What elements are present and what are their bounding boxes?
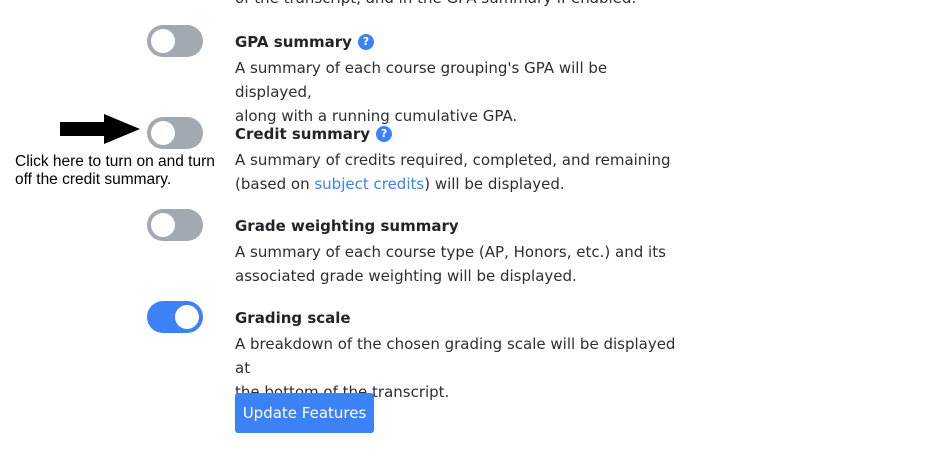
feature-title: Credit summary ? bbox=[235, 124, 685, 144]
description-prefix: (based on bbox=[235, 175, 315, 193]
description-line: associated grade weighting will be displ… bbox=[235, 267, 577, 285]
previous-feature-description: of the transcript, and in the GPA summar… bbox=[235, 0, 636, 10]
feature-grading-scale: Grading scale A breakdown of the chosen … bbox=[235, 308, 685, 404]
toggle-knob bbox=[175, 305, 199, 329]
feature-title: Grade weighting summary bbox=[235, 216, 685, 236]
description-line: A summary of each course type (AP, Honor… bbox=[235, 243, 666, 261]
credit-summary-title: Credit summary bbox=[235, 125, 371, 143]
annotation-callout: Click here to turn on and turn off the c… bbox=[15, 153, 235, 189]
annotation-line: off the credit summary. bbox=[15, 171, 172, 188]
description-line: A summary of each course grouping's GPA … bbox=[235, 59, 608, 101]
subject-credits-link[interactable]: subject credits bbox=[314, 175, 424, 193]
gpa-summary-title: GPA summary bbox=[235, 33, 352, 51]
annotation-line: Click here to turn on and turn bbox=[15, 153, 215, 170]
description-suffix: ) will be displayed. bbox=[424, 175, 565, 193]
gpa-summary-toggle[interactable] bbox=[147, 25, 203, 57]
description-line: A summary of credits required, completed… bbox=[235, 151, 671, 169]
feature-title: Grading scale bbox=[235, 308, 685, 328]
help-icon[interactable]: ? bbox=[357, 34, 374, 50]
update-features-button[interactable]: Update Features bbox=[235, 393, 374, 433]
description-line: (based on subject credits) will be displ… bbox=[235, 172, 685, 196]
feature-grade-weighting-summary: Grade weighting summary A summary of eac… bbox=[235, 216, 685, 288]
description-line: A breakdown of the chosen grading scale … bbox=[235, 335, 676, 377]
feature-title: GPA summary ? bbox=[235, 32, 685, 52]
feature-description: A summary of each course grouping's GPA … bbox=[235, 56, 685, 128]
arrow-right-icon bbox=[60, 114, 140, 144]
feature-description: A summary of each course type (AP, Honor… bbox=[235, 240, 685, 288]
feature-description: A summary of credits required, completed… bbox=[235, 148, 685, 196]
toggle-knob bbox=[151, 213, 175, 237]
toggle-knob bbox=[151, 29, 175, 53]
grading-scale-toggle[interactable] bbox=[147, 301, 203, 333]
credit-summary-toggle[interactable] bbox=[147, 117, 203, 149]
help-icon[interactable]: ? bbox=[376, 126, 393, 142]
feature-credit-summary: Credit summary ? A summary of credits re… bbox=[235, 124, 685, 196]
grade-weighting-summary-title: Grade weighting summary bbox=[235, 217, 459, 235]
toggle-knob bbox=[151, 121, 175, 145]
grade-weighting-summary-toggle[interactable] bbox=[147, 209, 203, 241]
grading-scale-title: Grading scale bbox=[235, 309, 351, 327]
feature-gpa-summary: GPA summary ? A summary of each course g… bbox=[235, 32, 685, 128]
